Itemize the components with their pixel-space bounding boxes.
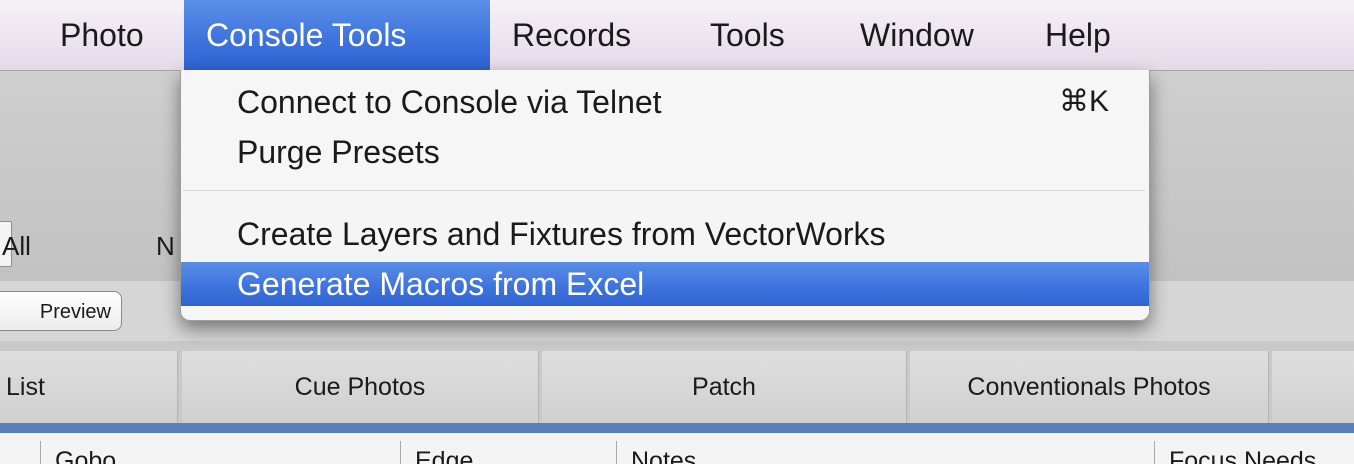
tab-partial[interactable] xyxy=(1272,351,1354,423)
tab-list[interactable]: List xyxy=(0,351,178,423)
menu-window[interactable]: Window xyxy=(840,0,1020,70)
tab-bar: List Cue Photos Patch Conventionals Phot… xyxy=(0,341,1354,423)
menu-item-label: Create Layers and Fixtures from VectorWo… xyxy=(237,216,886,252)
menu-item-label: Generate Macros from Excel xyxy=(237,266,645,302)
menu-records[interactable]: Records xyxy=(490,0,670,70)
preview-button[interactable]: Preview xyxy=(0,291,122,331)
menu-tools[interactable]: Tools xyxy=(690,0,830,70)
menu-item-generate-macros[interactable]: Generate Macros from Excel xyxy=(181,262,1149,306)
menu-item-label: Purge Presets xyxy=(237,134,440,170)
menu-item-label: Connect to Console via Telnet xyxy=(237,84,662,120)
toolbar-label-n: N xyxy=(156,231,175,261)
menu-item-purge-presets[interactable]: Purge Presets xyxy=(181,130,1149,174)
menu-item-connect-telnet[interactable]: Connect to Console via Telnet ⌘K xyxy=(181,80,1149,124)
toolbar-label-all: All xyxy=(2,231,31,261)
console-tools-dropdown: Connect to Console via Telnet ⌘K Purge P… xyxy=(180,70,1150,321)
menu-console-tools[interactable]: Console Tools xyxy=(184,0,490,70)
tab-patch[interactable]: Patch xyxy=(542,351,907,423)
column-header-edge[interactable]: Edge xyxy=(400,441,616,464)
tab-cue-photos[interactable]: Cue Photos xyxy=(182,351,539,423)
column-header-focus-needs[interactable]: Focus Needs xyxy=(1154,441,1354,464)
column-header-gobo[interactable]: Gobo xyxy=(40,441,400,464)
menu-bar: Photo Console Tools Records Tools Window… xyxy=(0,0,1354,71)
tab-conventionals-photos[interactable]: Conventionals Photos xyxy=(910,351,1269,423)
menu-separator xyxy=(183,190,1145,191)
shortcut-label: ⌘K xyxy=(1058,85,1109,118)
menu-photo[interactable]: Photo xyxy=(42,0,182,70)
tab-content-strip xyxy=(0,423,1354,433)
menu-help[interactable]: Help xyxy=(1025,0,1145,70)
menu-item-create-layers[interactable]: Create Layers and Fixtures from VectorWo… xyxy=(181,212,1149,256)
column-header-notes[interactable]: Notes xyxy=(616,441,1154,464)
table-header: Gobo Edge Notes Focus Needs xyxy=(0,433,1354,464)
